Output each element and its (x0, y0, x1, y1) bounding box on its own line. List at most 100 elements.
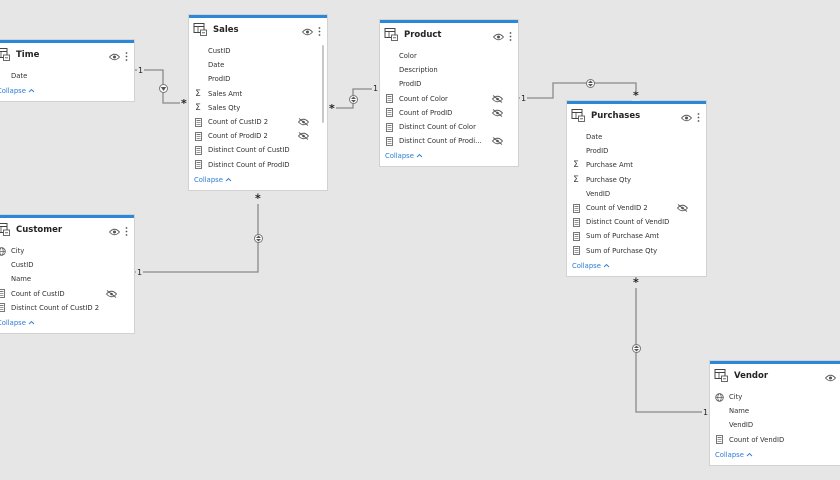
table-header[interactable]: Customer (0, 218, 134, 242)
more-options-icon[interactable] (697, 107, 700, 126)
field-row[interactable]: Distinct Count of Prodi... (380, 134, 518, 148)
collapse-button[interactable]: Collapse (189, 176, 327, 184)
hidden-field-icon[interactable] (491, 108, 504, 117)
field-row[interactable]: City (710, 390, 840, 404)
field-row[interactable]: CustID (189, 44, 327, 58)
hidden-field-icon[interactable] (491, 94, 504, 103)
field-row[interactable]: City (0, 244, 134, 258)
chevron-up-icon (28, 87, 35, 95)
field-name: Distinct Count of VendID (586, 218, 670, 227)
table-card-product[interactable]: Product Color Description ProdID Count of Co… (380, 20, 518, 167)
hidden-field-icon[interactable] (297, 132, 310, 141)
table-header[interactable]: Purchases (567, 104, 706, 128)
field-row[interactable]: Σ Purchase Amt (567, 158, 706, 172)
collapse-button[interactable]: Collapse (0, 87, 134, 95)
collapse-button[interactable]: Collapse (0, 319, 134, 327)
field-name: Count of ProdID (399, 108, 453, 117)
field-name: Distinct Count of ProdID (208, 160, 290, 169)
field-row[interactable]: Count of CustID 2 (189, 115, 327, 129)
field-name: Count of VendID 2 (586, 204, 648, 213)
hidden-field-icon[interactable] (491, 137, 504, 146)
field-row[interactable]: Date (567, 130, 706, 144)
eye-icon[interactable] (492, 26, 505, 45)
hidden-field-icon[interactable] (105, 289, 118, 298)
field-row[interactable]: Color (380, 49, 518, 63)
field-row[interactable]: Count of Color (380, 92, 518, 106)
field-row[interactable]: Count of ProdID 2 (189, 129, 327, 143)
field-row[interactable]: Date (189, 58, 327, 72)
field-list: City CustID Name Count of CustID Distinct Co… (0, 242, 134, 315)
collapse-label: Collapse (0, 87, 26, 96)
table-header[interactable]: Time (0, 43, 134, 67)
field-row[interactable]: Name (710, 404, 840, 418)
more-options-icon[interactable] (125, 46, 128, 65)
relationship-line-customer-sales[interactable] (134, 193, 259, 273)
field-row[interactable]: Distinct Count of Color (380, 120, 518, 134)
collapse-button[interactable]: Collapse (710, 451, 840, 459)
table-card-time[interactable]: Time Date Collapse (0, 40, 134, 102)
field-row[interactable]: ProdID (567, 144, 706, 158)
field-row[interactable]: Distinct Count of CustID 2 (0, 301, 134, 315)
field-row[interactable]: CustID (0, 258, 134, 272)
model-diagram-canvas[interactable]: Time Date Collapse Sales CustID Date ProdID Σ Sa… (0, 0, 840, 480)
field-row[interactable]: Σ Sales Amt (189, 87, 327, 101)
field-row[interactable]: Name (0, 272, 134, 286)
field-row[interactable]: ProdID (380, 77, 518, 91)
field-name: Name (11, 275, 32, 284)
more-options-icon[interactable] (318, 21, 321, 40)
cross-filter-both-icon[interactable] (348, 94, 358, 104)
field-row[interactable]: ProdID (189, 72, 327, 86)
field-list: Date (0, 67, 134, 83)
field-row[interactable]: Count of VendID (710, 433, 840, 447)
field-row[interactable]: Σ Sales Qty (189, 101, 327, 115)
field-row[interactable]: Distinct Count of CustID (189, 143, 327, 157)
hidden-field-icon[interactable] (676, 204, 689, 212)
field-row[interactable]: Distinct Count of ProdID (189, 158, 327, 172)
field-row[interactable]: Count of ProdID (380, 106, 518, 120)
eye-icon[interactable] (680, 107, 693, 126)
field-row[interactable]: Count of VendID 2 (567, 201, 706, 215)
field-name: Sum of Purchase Qty (586, 246, 658, 255)
calculator-icon (0, 303, 6, 313)
more-options-icon[interactable] (125, 221, 128, 240)
field-list-scrollbar[interactable] (322, 45, 324, 123)
field-name: ProdID (208, 75, 231, 84)
cross-filter-both-icon[interactable] (253, 233, 263, 243)
table-icon (0, 221, 16, 240)
table-header[interactable]: Sales (189, 18, 327, 42)
hidden-field-icon[interactable] (297, 118, 310, 126)
cross-filter-single-icon[interactable] (158, 83, 168, 93)
calculator-icon (571, 246, 581, 256)
table-card-purchases[interactable]: Purchases Date ProdID Σ Purchase Amt Σ Purchas… (567, 101, 706, 276)
relationship-line-vendor-purchases[interactable] (635, 277, 711, 413)
field-row[interactable]: Distinct Count of VendID (567, 215, 706, 229)
table-header[interactable]: Vendor (710, 364, 840, 388)
collapse-button[interactable]: Collapse (567, 262, 706, 270)
field-row[interactable]: Date (0, 69, 134, 83)
eye-icon[interactable] (108, 46, 121, 65)
more-options-icon[interactable] (509, 26, 512, 45)
table-card-customer[interactable]: Customer City CustID Name Count of CustID Dis… (0, 215, 134, 333)
field-name: VendID (729, 421, 754, 430)
eye-icon[interactable] (108, 221, 121, 240)
field-name: Name (729, 407, 750, 416)
field-row[interactable]: Σ Purchase Qty (567, 173, 706, 187)
field-row[interactable]: Count of CustID (0, 287, 134, 301)
calculator-icon (571, 203, 581, 213)
field-row[interactable]: Sum of Purchase Amt (567, 229, 706, 243)
field-row[interactable]: Sum of Purchase Qty (567, 244, 706, 258)
table-card-vendor[interactable]: Vendor City Name VendID Count of VendID Colla… (710, 361, 840, 465)
collapse-button[interactable]: Collapse (380, 152, 518, 160)
field-row[interactable]: VendID (710, 418, 840, 432)
field-name: Color (399, 52, 417, 61)
relationship-line-product-purchases[interactable] (518, 82, 637, 101)
table-card-sales[interactable]: Sales CustID Date ProdID Σ Sales Amt Σ Sales Qt… (189, 15, 327, 190)
cross-filter-both-icon[interactable] (631, 343, 641, 353)
chevron-up-icon (225, 176, 232, 184)
cross-filter-both-icon[interactable] (585, 78, 595, 88)
eye-icon[interactable] (824, 367, 837, 386)
eye-icon[interactable] (301, 21, 314, 40)
field-row[interactable]: VendID (567, 187, 706, 201)
field-row[interactable]: Description (380, 63, 518, 77)
table-header[interactable]: Product (380, 23, 518, 47)
